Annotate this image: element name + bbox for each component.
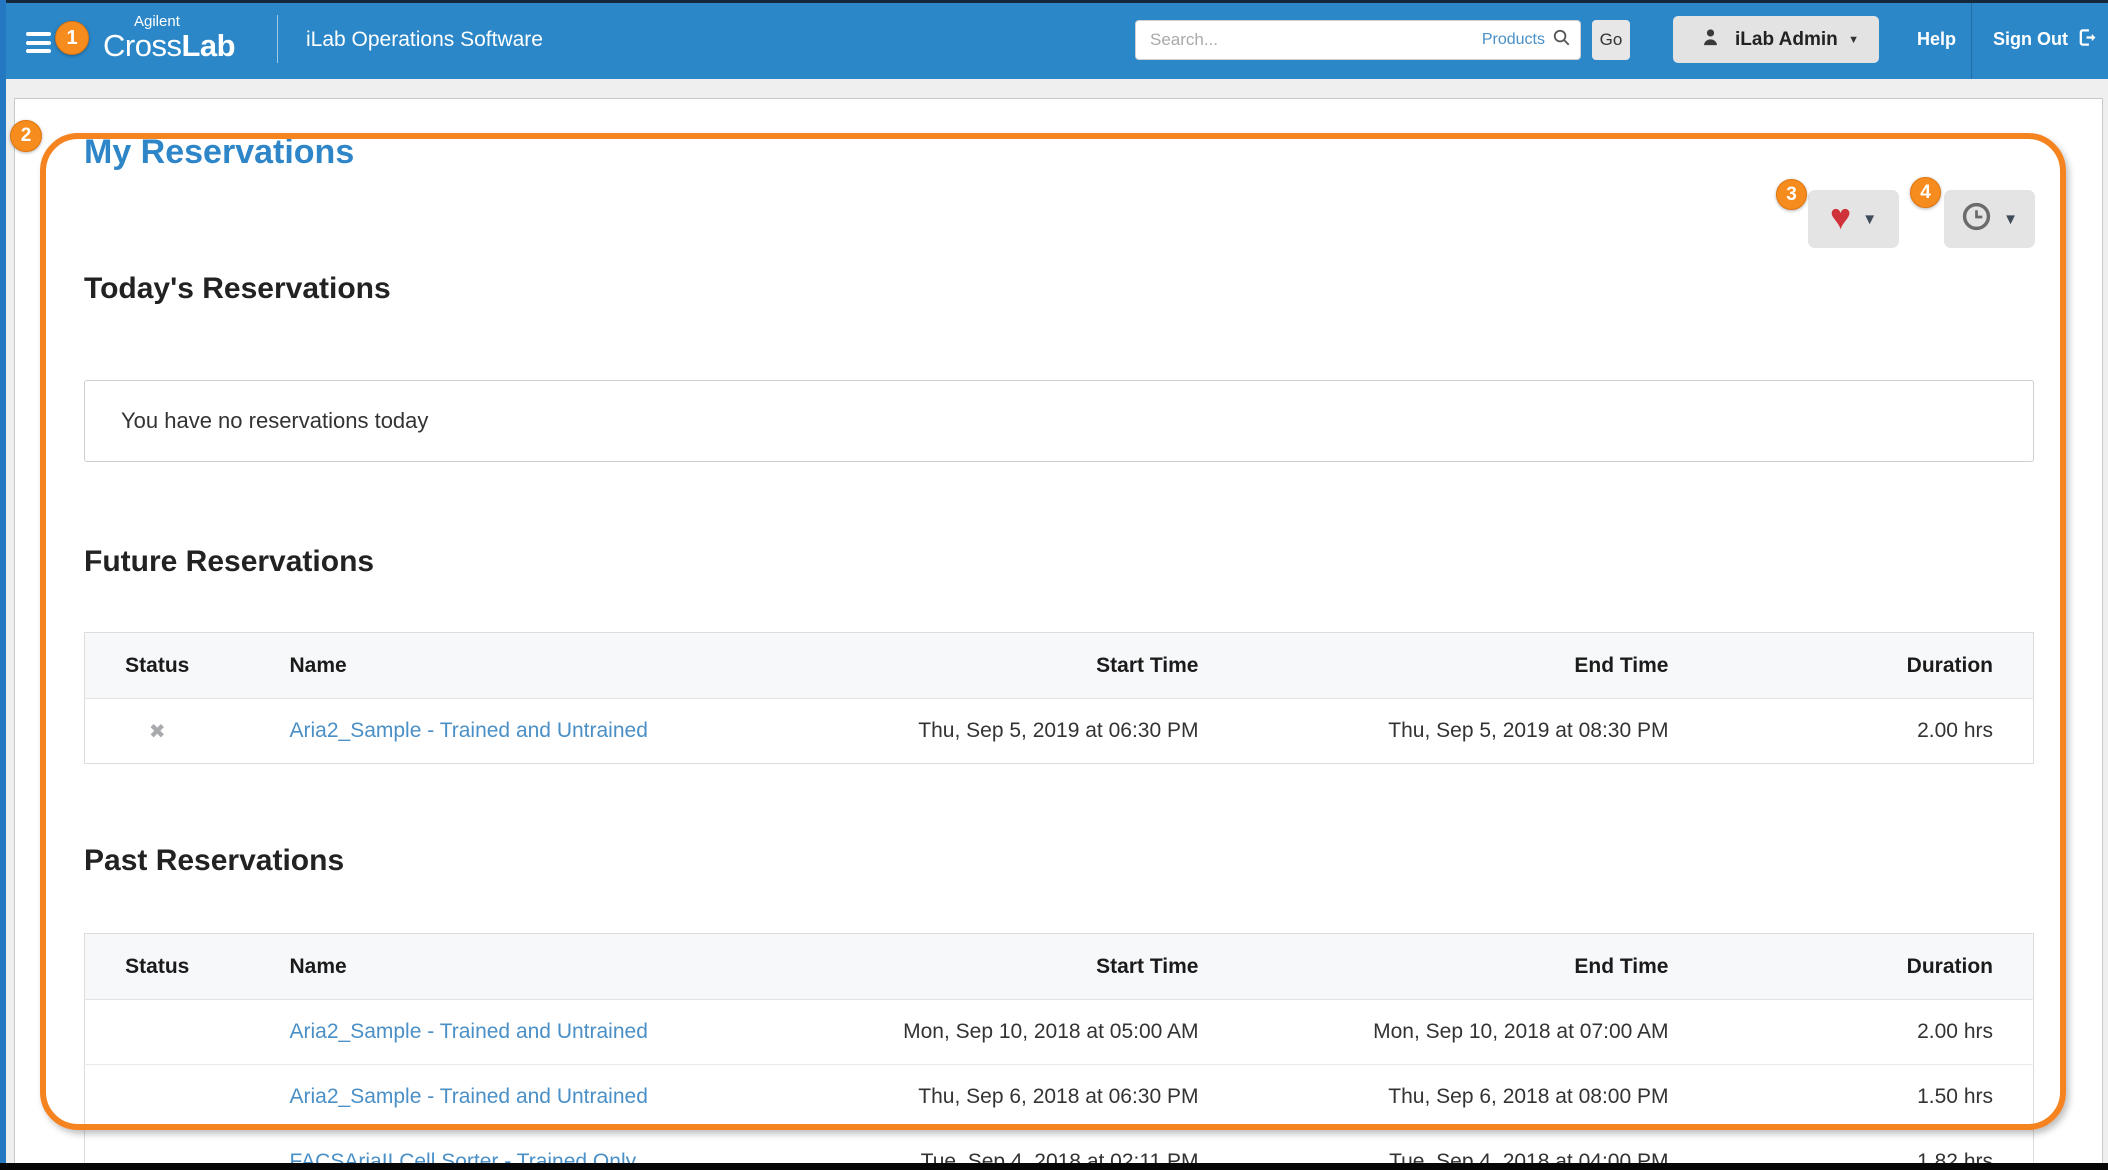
end-column-header: End Time <box>1229 633 1699 699</box>
start-column-header: Start Time <box>739 934 1229 1000</box>
reservation-link[interactable]: Aria2_Sample - Trained and Untrained <box>290 719 648 742</box>
name-cell: Aria2_Sample - Trained and Untrained <box>230 1000 739 1065</box>
end-cell: Thu, Sep 6, 2018 at 08:00 PM <box>1229 1065 1699 1130</box>
screenshot-top-edge <box>0 0 2108 3</box>
logo-crosslab-text: CrossLab <box>103 28 235 64</box>
status-column-header: Status <box>85 934 230 1000</box>
name-column-header: Name <box>230 934 739 1000</box>
cancelled-icon: ✖ <box>149 721 166 743</box>
end-cell: Thu, Sep 5, 2019 at 08:30 PM <box>1229 699 1699 764</box>
end-cell: Mon, Sep 10, 2018 at 07:00 AM <box>1229 1000 1699 1065</box>
duration-cell: 2.00 hrs <box>1699 699 2034 764</box>
status-column-header: Status <box>85 633 230 699</box>
help-link[interactable]: Help <box>1917 0 1956 79</box>
name-column-header: Name <box>230 633 739 699</box>
table-header-row: Status Name Start Time End Time Duration <box>85 934 2034 1000</box>
screenshot-bottom-edge <box>0 1163 2108 1170</box>
reservation-link[interactable]: Aria2_Sample - Trained and Untrained <box>290 1085 648 1108</box>
duration-column-header: Duration <box>1699 934 2034 1000</box>
recent-dropdown-button[interactable]: ▼ <box>1944 190 2035 248</box>
header-divider-2 <box>1971 0 1972 79</box>
sign-out-label: Sign Out <box>1993 29 2068 50</box>
page-title: My Reservations <box>84 133 354 172</box>
reservation-link[interactable]: Aria2_Sample - Trained and Untrained <box>290 1020 648 1043</box>
hamburger-menu-icon[interactable] <box>26 32 51 58</box>
favorites-dropdown-button[interactable]: ♥ ▼ <box>1808 190 1899 248</box>
clock-icon <box>1961 201 1992 237</box>
user-menu-button[interactable]: iLab Admin ▼ <box>1673 16 1879 63</box>
chevron-down-icon: ▼ <box>1848 34 1859 46</box>
table-row: Aria2_Sample - Trained and Untrained Thu… <box>85 1065 2034 1130</box>
caret-down-icon: ▼ <box>1862 211 1877 228</box>
annotation-badge-4: 4 <box>1910 177 1941 208</box>
start-cell: Thu, Sep 6, 2018 at 06:30 PM <box>739 1065 1229 1130</box>
search-box: Products <box>1135 20 1581 60</box>
future-reservations-heading: Future Reservations <box>84 545 374 579</box>
screenshot-left-edge <box>0 0 6 1170</box>
user-name-label: iLab Admin <box>1735 29 1838 51</box>
status-cell <box>85 1065 230 1130</box>
search-scope-selector[interactable]: Products <box>1482 20 1571 60</box>
annotation-badge-2: 2 <box>10 120 42 152</box>
search-scope-label[interactable]: Products <box>1482 31 1545 49</box>
past-reservations-heading: Past Reservations <box>84 844 344 878</box>
start-cell: Thu, Sep 5, 2019 at 06:30 PM <box>739 699 1229 764</box>
name-cell: Aria2_Sample - Trained and Untrained <box>230 1065 739 1130</box>
header-divider <box>277 15 278 63</box>
annotation-badge-1: 1 <box>55 21 89 55</box>
table-row: Aria2_Sample - Trained and Untrained Mon… <box>85 1000 2034 1065</box>
sign-out-icon <box>2077 27 2098 53</box>
duration-cell: 2.00 hrs <box>1699 1000 2034 1065</box>
annotation-badge-3: 3 <box>1776 179 1807 210</box>
caret-down-icon: ▼ <box>2003 211 2018 228</box>
app-title: iLab Operations Software <box>306 0 543 79</box>
user-icon <box>1701 27 1720 53</box>
duration-cell: 1.50 hrs <box>1699 1065 2034 1130</box>
name-cell: Aria2_Sample - Trained and Untrained <box>230 699 739 764</box>
end-column-header: End Time <box>1229 934 1699 1000</box>
status-cell <box>85 1000 230 1065</box>
today-reservations-heading: Today's Reservations <box>84 272 391 306</box>
future-reservations-table: Status Name Start Time End Time Duration… <box>84 632 2034 764</box>
start-cell: Mon, Sep 10, 2018 at 05:00 AM <box>739 1000 1229 1065</box>
search-go-button[interactable]: Go <box>1592 20 1630 60</box>
start-column-header: Start Time <box>739 633 1229 699</box>
agilent-crosslab-logo[interactable]: Agilent CrossLab <box>103 8 273 72</box>
top-navbar: Agilent CrossLab iLab Operations Softwar… <box>0 0 2108 79</box>
no-reservations-message: You have no reservations today <box>84 380 2034 462</box>
search-icon <box>1552 28 1571 52</box>
app-window: Agilent CrossLab iLab Operations Softwar… <box>0 0 2108 1170</box>
table-header-row: Status Name Start Time End Time Duration <box>85 633 2034 699</box>
table-row: ✖ Aria2_Sample - Trained and Untrained T… <box>85 699 2034 764</box>
past-reservations-table: Status Name Start Time End Time Duration… <box>84 933 2034 1170</box>
sign-out-link[interactable]: Sign Out <box>1993 0 2098 79</box>
heart-icon: ♥ <box>1830 199 1851 235</box>
duration-column-header: Duration <box>1699 633 2034 699</box>
status-cell: ✖ <box>85 699 230 764</box>
